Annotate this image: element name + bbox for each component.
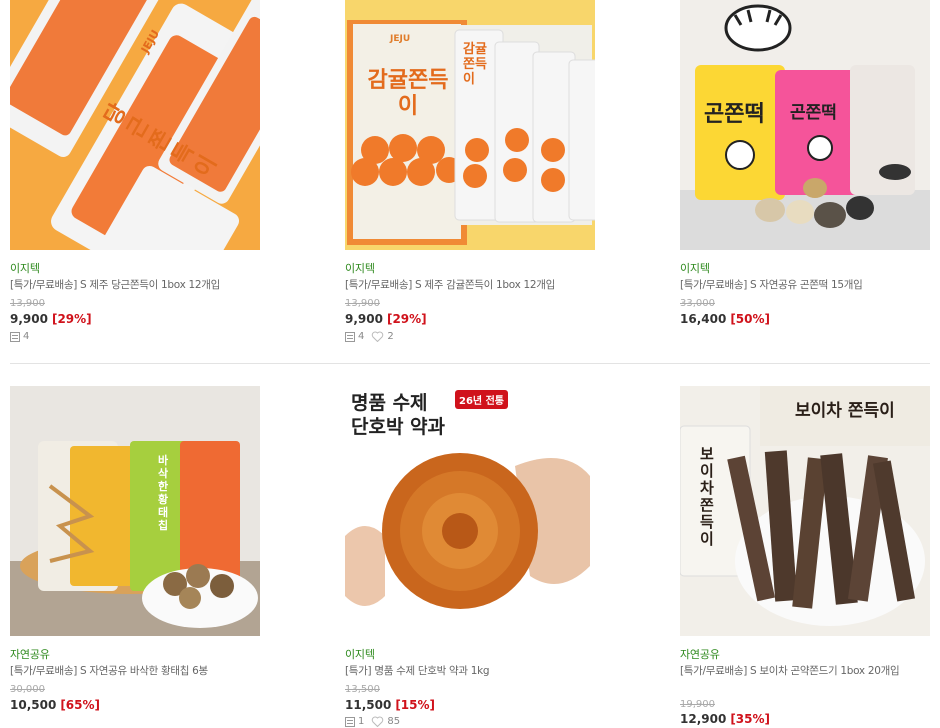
original-price: 13,900 [345,298,380,309]
image-label: 바삭한 황태칩 [158,454,169,532]
product-meta: 1 85 [345,716,400,727]
discount-rate: [65%] [60,698,101,712]
original-price: 13,500 [345,684,380,695]
image-label: 감귤쫀득이 [367,68,449,119]
product-brand[interactable]: 이지텍 [680,260,710,276]
original-price: 13,900 [10,298,45,309]
product-image[interactable]: JEJU 감귤쫀득이 감귤쫀득이 [345,0,595,250]
price-line: 10,500 [65%] [10,698,100,712]
review-count: 4 [23,331,30,342]
product-title[interactable]: [특가/무료배송] S 제주 감귤쫀득이 1box 12개입 [345,277,595,293]
image-label: 곤쫀떡 [704,102,765,127]
original-price: 33,000 [680,298,715,309]
discount-rate: [29%] [51,312,92,326]
product-title[interactable]: [특가/무료배송] S 제주 당근쫀득이 1box 12개입 [10,277,260,293]
sale-price: 12,900 [680,712,727,726]
review-count: 4 [358,331,365,342]
product-title[interactable]: [특가/무료배송] S 자연공유 곤쫀떡 15개입 [680,277,930,293]
product-card[interactable]: 명품 수제 단호박 약과 26년 전통 이지텍 [특가] 명품 수제 단호박 약… [345,386,595,727]
product-image[interactable]: 명품 수제 단호박 약과 26년 전통 [345,386,595,636]
product-image[interactable]: 곤쫀떡 곤쫀떡 [680,0,930,250]
product-brand[interactable]: 이지텍 [345,646,375,662]
image-badge: 26년 전통 [455,390,508,409]
product-image[interactable]: 보이차 쫀득이 보이차 쫀득이 [680,386,930,636]
heart-icon[interactable] [371,331,384,342]
like-count: 85 [387,716,401,727]
image-label: 보이차 쫀득이 [795,401,895,421]
price-line: 12,900 [35%] [680,712,770,726]
original-price: 19,900 [680,699,715,710]
product-card[interactable]: 바삭한 황태칩 자연공유 [특가/무료배송] S 자연공유 바삭한 황태칩 6봉… [10,386,260,712]
review-icon [345,716,355,727]
product-brand[interactable]: 자연공유 [680,646,720,662]
product-title[interactable]: [특가/무료배송] S 보이차 곤약쫀드기 1box 20개입 [680,663,930,679]
review-count: 1 [358,716,365,727]
image-label: 감귤쫀득이 [463,42,487,87]
sale-price: 9,900 [10,312,48,326]
heart-icon[interactable] [371,716,384,727]
product-title[interactable]: [특가] 명품 수제 단호박 약과 1kg [345,663,595,679]
price-line: 11,500 [15%] [345,698,435,712]
product-brand[interactable]: 이지텍 [345,260,375,276]
price-line: 16,400 [50%] [680,312,770,326]
image-label: 곤쫀떡 [790,103,837,123]
row-divider [10,363,930,364]
discount-rate: [29%] [386,312,427,326]
image-label: JEJU [390,34,411,44]
discount-rate: [15%] [395,698,436,712]
discount-rate: [35%] [730,712,771,726]
product-brand[interactable]: 자연공유 [10,646,50,662]
product-meta: 4 2 [345,331,394,342]
like-count: 2 [387,331,394,342]
product-image[interactable]: 바삭한 황태칩 [10,386,260,636]
product-card[interactable]: 보이차 쫀득이 보이차 쫀득이 자연공유 [특가/무료배송] S 보이차 곤약쫀… [680,386,930,726]
sale-price: 16,400 [680,312,727,326]
product-card[interactable]: JEJU 감귤쫀득이 감귤쫀득이 이지텍 [특가/무료배송] S 제주 감귤쫀득… [345,0,595,342]
product-card[interactable]: JEJU 당근쫀득이 이지텍 [특가/무료배송] S 제주 당근쫀득이 1box… [10,0,260,342]
image-label: 명품 수제 [351,392,428,414]
original-price: 30,000 [10,684,45,695]
product-image[interactable]: JEJU 당근쫀득이 [10,0,260,250]
product-card[interactable]: 곤쫀떡 곤쫀떡 이지텍 [특가/무료배송] S 자연공유 곤쫀떡 15개입 33… [680,0,930,326]
product-brand[interactable]: 이지텍 [10,260,40,276]
image-label: 보이차 쫀득이 [700,445,714,548]
sale-price: 11,500 [345,698,392,712]
price-line: 9,900 [29%] [10,312,92,326]
product-meta: 4 [10,331,29,342]
image-label: 단호박 약과 [351,416,446,438]
review-icon [345,331,355,342]
review-icon [10,331,20,342]
sale-price: 9,900 [345,312,383,326]
discount-rate: [50%] [730,312,771,326]
price-line: 9,900 [29%] [345,312,427,326]
sale-price: 10,500 [10,698,57,712]
product-title[interactable]: [특가/무료배송] S 자연공유 바삭한 황태칩 6봉 [10,663,260,679]
